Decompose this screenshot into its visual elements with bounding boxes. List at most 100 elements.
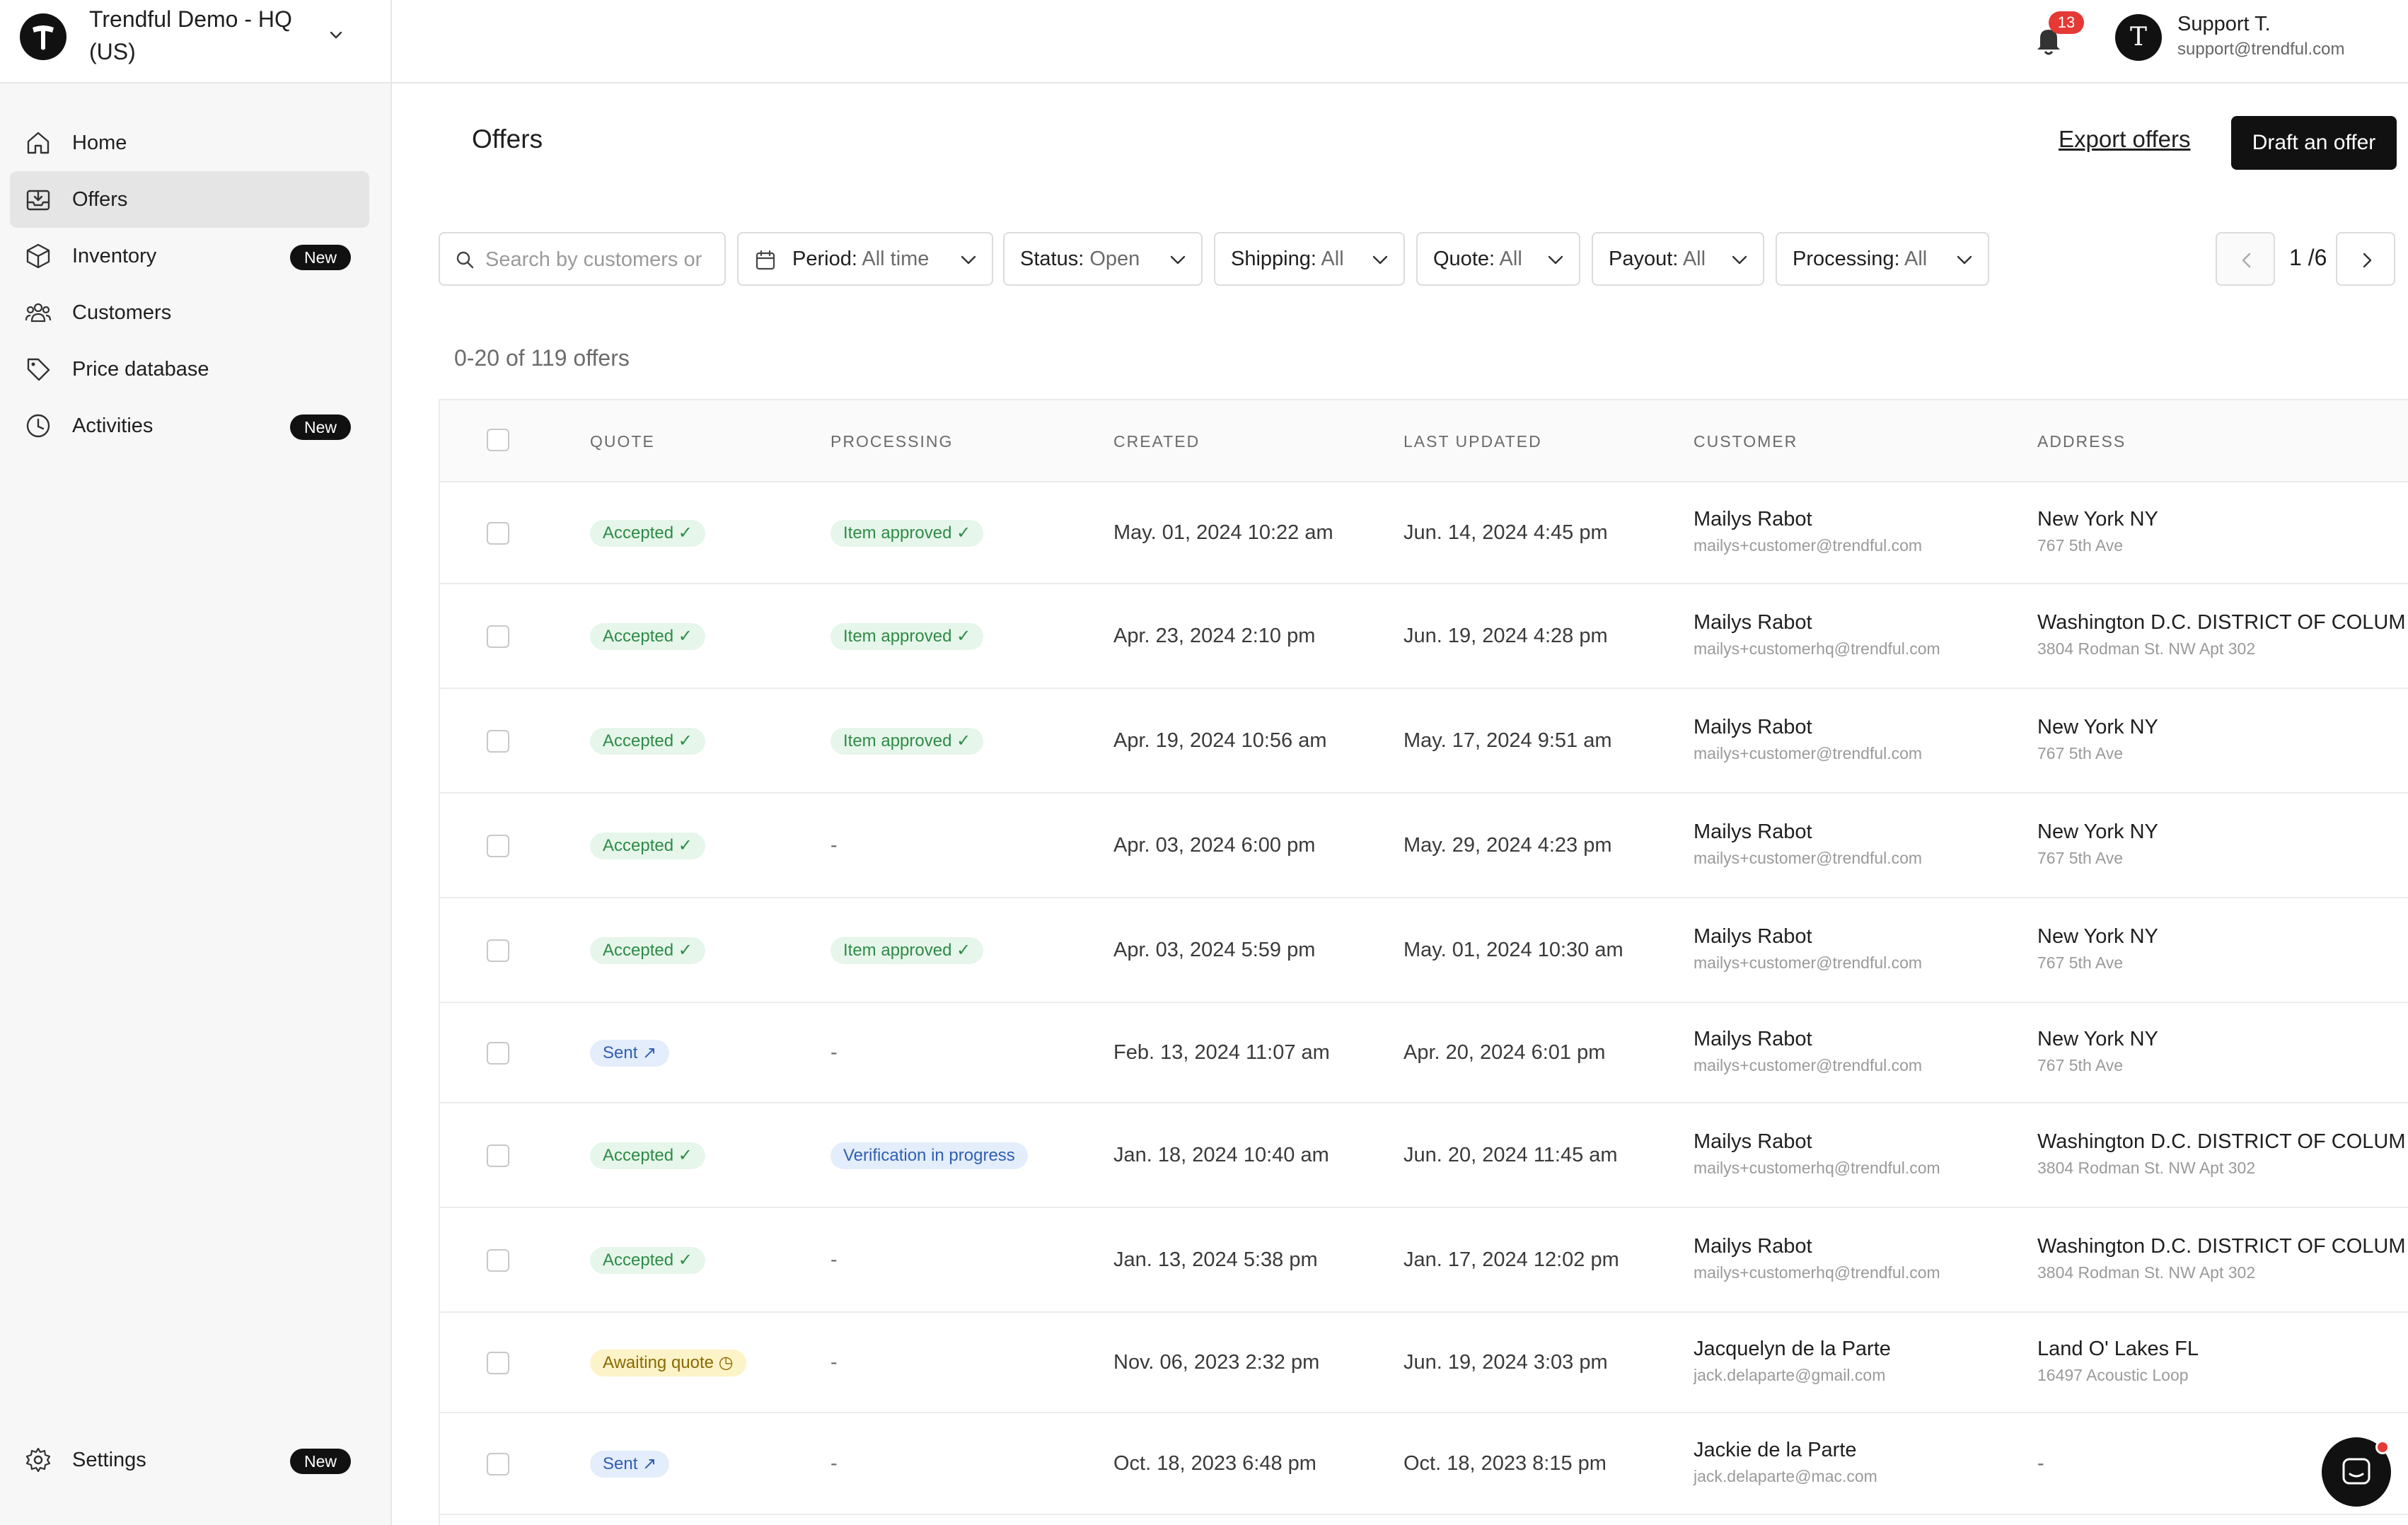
customer-name[interactable]: Jacquelyn de la Parte bbox=[1694, 1338, 1891, 1361]
last-updated-date: May. 01, 2024 10:30 am bbox=[1403, 939, 1623, 961]
processing-empty: - bbox=[830, 1351, 838, 1374]
customer-email: mailys+customerhq@trendful.com bbox=[1694, 1159, 1940, 1177]
table-row[interactable]: Sent ↗ - Feb. 13, 2024 11:07 am Apr. 20, 20… bbox=[440, 1003, 2408, 1103]
quote-filter[interactable]: Quote: All bbox=[1416, 232, 1580, 286]
column-header-last-updated[interactable]: LAST UPDATED bbox=[1403, 400, 1542, 482]
next-page-button[interactable] bbox=[2336, 232, 2395, 286]
table-row[interactable]: Accepted ✓ Item approved ✓ Apr. 03, 2024 5… bbox=[440, 898, 2408, 1003]
address-city: Washington D.C. DISTRICT OF COLUM bbox=[2037, 1235, 2406, 1258]
draft-offer-button[interactable]: Draft an offer bbox=[2231, 116, 2397, 170]
address-city: New York NY bbox=[2037, 508, 2158, 530]
row-checkbox[interactable] bbox=[487, 730, 509, 753]
table-row[interactable]: Awaiting quote ◷ - Nov. 06, 2023 2:32 pm Ju… bbox=[440, 1313, 2408, 1413]
sidebar-item-inventory[interactable]: Inventory New bbox=[10, 228, 369, 284]
export-offers-link[interactable]: Export offers bbox=[2059, 126, 2190, 153]
avatar[interactable]: T bbox=[2115, 14, 2162, 61]
search-field[interactable] bbox=[439, 232, 726, 286]
inbox-icon bbox=[26, 190, 50, 211]
sidebar-item-settings[interactable]: Settings New bbox=[10, 1432, 369, 1488]
table-row[interactable]: Accepted ✓ Verification in progress Jan. 1… bbox=[440, 1103, 2408, 1208]
sidebar-item-price-database[interactable]: Price database bbox=[10, 341, 369, 398]
chevron-down-icon[interactable] bbox=[325, 24, 347, 45]
created-date: Nov. 06, 2023 2:32 pm bbox=[1113, 1351, 1320, 1374]
table-row[interactable]: Accepted ✓ Item approved ✓ May. 01, 2024 1… bbox=[440, 482, 2408, 584]
table-row[interactable]: Accepted ✓ - Jan. 13, 2024 5:38 pm Jan. 17,… bbox=[440, 1208, 2408, 1313]
address-street: 16497 Acoustic Loop bbox=[2037, 1366, 2189, 1384]
customer-name[interactable]: Mailys Rabot bbox=[1694, 1130, 1812, 1154]
last-updated-date: Jun. 20, 2024 11:45 am bbox=[1403, 1144, 1618, 1166]
customer-name[interactable]: Mailys Rabot bbox=[1694, 925, 1812, 949]
created-date: Jan. 18, 2024 10:40 am bbox=[1113, 1144, 1329, 1166]
table-row[interactable]: Accepted ✓ Item approved ✓ Apr. 23, 2024 2… bbox=[440, 584, 2408, 689]
table-row[interactable]: Sent ↗ - Oct. 18, 2023 6:48 pm Oct. 18, 202… bbox=[440, 1413, 2408, 1515]
payout-filter[interactable]: Payout: All bbox=[1592, 232, 1764, 286]
processing-status-badge: Item approved ✓ bbox=[830, 728, 984, 755]
customer-name[interactable]: Jackie de la Parte bbox=[1694, 1439, 1857, 1462]
notification-count-badge: 13 bbox=[2049, 11, 2084, 34]
new-badge: New bbox=[289, 1449, 351, 1474]
processing-status-badge: Item approved ✓ bbox=[830, 937, 984, 964]
sidebar-item-label: Price database bbox=[72, 358, 209, 381]
filter-value: Open bbox=[1089, 248, 1140, 270]
offers-table: QUOTE PROCESSING CREATED LAST UPDATED CU… bbox=[439, 399, 2408, 1525]
row-checkbox[interactable] bbox=[487, 939, 509, 962]
org-switcher[interactable]: Trendful Demo - HQ (US) bbox=[0, 0, 390, 83]
row-checkbox[interactable] bbox=[487, 1042, 509, 1065]
sidebar-item-home[interactable]: Home bbox=[10, 115, 369, 171]
customer-name[interactable]: Mailys Rabot bbox=[1694, 1028, 1812, 1051]
clock-icon bbox=[26, 414, 50, 438]
calendar-icon bbox=[756, 250, 775, 270]
customer-email: mailys+customer@trendful.com bbox=[1694, 1056, 1923, 1074]
row-checkbox[interactable] bbox=[487, 1249, 509, 1272]
filter-value: All bbox=[1499, 248, 1522, 270]
address-street: 3804 Rodman St. NW Apt 302 bbox=[2037, 1159, 2256, 1177]
user-email: support@trendful.com bbox=[2177, 40, 2345, 59]
column-header-processing[interactable]: PROCESSING bbox=[830, 400, 953, 482]
filter-label: Status: bbox=[1020, 248, 1084, 270]
table-row[interactable]: Accepted ✓ - Apr. 03, 2024 6:00 pm May. 29,… bbox=[440, 794, 2408, 898]
customer-email: mailys+customerhq@trendful.com bbox=[1694, 639, 1940, 658]
offers-count: 0-20 of 119 offers bbox=[454, 345, 630, 371]
processing-filter[interactable]: Processing: All bbox=[1776, 232, 1989, 286]
table-row[interactable]: Accepted ✓ Item approved ✓ Apr. 19, 2024 1… bbox=[440, 689, 2408, 794]
processing-status-badge: Verification in progress bbox=[830, 1142, 1028, 1169]
row-checkbox[interactable] bbox=[487, 835, 509, 857]
sidebar-item-label: Customers bbox=[72, 301, 172, 324]
chat-unread-dot bbox=[2375, 1440, 2390, 1454]
row-checkbox[interactable] bbox=[487, 1453, 509, 1475]
shipping-filter[interactable]: Shipping: All bbox=[1214, 232, 1405, 286]
customer-name[interactable]: Mailys Rabot bbox=[1694, 821, 1812, 844]
period-filter[interactable]: Period: All time bbox=[737, 232, 993, 286]
last-updated-date: Apr. 20, 2024 6:01 pm bbox=[1403, 1041, 1606, 1064]
column-header-quote[interactable]: QUOTE bbox=[590, 400, 655, 482]
sidebar-item-customers[interactable]: Customers bbox=[10, 284, 369, 341]
address-city: Land O' Lakes FL bbox=[2037, 1338, 2199, 1360]
column-header-address[interactable]: ADDRESS bbox=[2037, 400, 2126, 482]
search-input[interactable] bbox=[485, 243, 719, 276]
row-checkbox[interactable] bbox=[487, 522, 509, 545]
created-date: Apr. 19, 2024 10:56 am bbox=[1113, 729, 1327, 752]
customer-name[interactable]: Mailys Rabot bbox=[1694, 1235, 1812, 1258]
customer-name[interactable]: Mailys Rabot bbox=[1694, 716, 1812, 739]
customer-name[interactable]: Mailys Rabot bbox=[1694, 611, 1812, 634]
row-checkbox[interactable] bbox=[487, 1352, 509, 1374]
row-checkbox[interactable] bbox=[487, 1144, 509, 1167]
page-indicator: 1 /6 bbox=[2289, 245, 2327, 270]
column-header-created[interactable]: CREATED bbox=[1113, 400, 1200, 482]
address-empty: - bbox=[2037, 1452, 2044, 1475]
previous-page-button[interactable] bbox=[2216, 232, 2275, 286]
customer-name[interactable]: Mailys Rabot bbox=[1694, 508, 1812, 531]
column-header-customer[interactable]: CUSTOMER bbox=[1694, 400, 1798, 482]
created-date: Feb. 13, 2024 11:07 am bbox=[1113, 1041, 1330, 1064]
last-updated-date: Oct. 18, 2023 8:15 pm bbox=[1403, 1452, 1607, 1475]
address-street: 767 5th Ave bbox=[2037, 744, 2124, 762]
address-street: 767 5th Ave bbox=[2037, 953, 2124, 972]
quote-status-badge: Awaiting quote ◷ bbox=[590, 1350, 746, 1376]
customer-email: jack.delaparte@mac.com bbox=[1694, 1467, 1877, 1485]
address-city: New York NY bbox=[2037, 821, 2158, 843]
status-filter[interactable]: Status: Open bbox=[1003, 232, 1203, 286]
select-all-checkbox[interactable] bbox=[487, 429, 509, 451]
sidebar-item-offers[interactable]: Offers bbox=[10, 171, 369, 228]
row-checkbox[interactable] bbox=[487, 625, 509, 648]
sidebar-item-activities[interactable]: Activities New bbox=[10, 398, 369, 454]
